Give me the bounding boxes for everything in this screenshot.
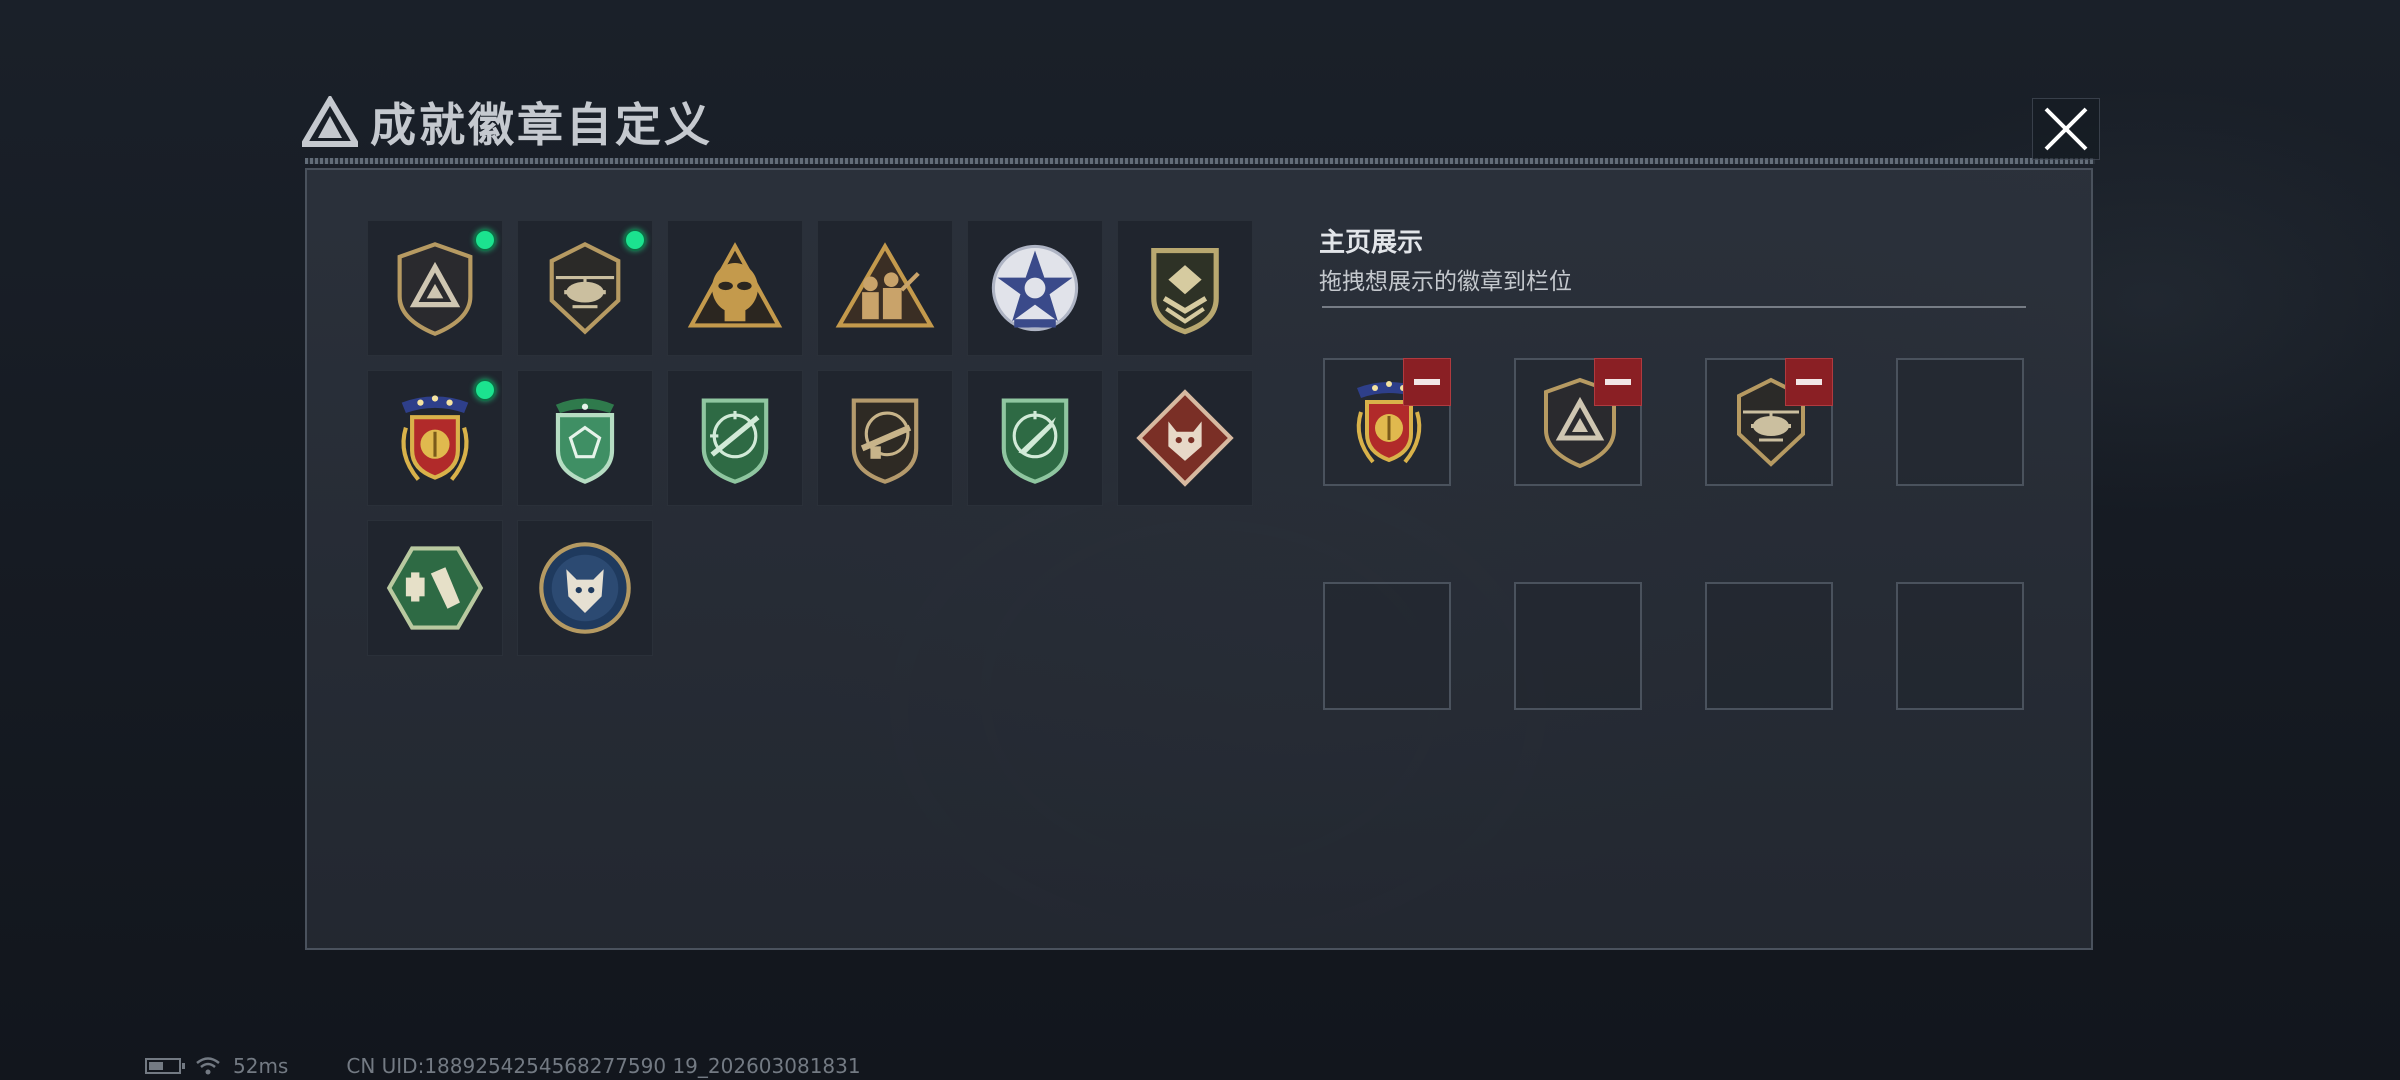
remove-badge-button[interactable] — [1594, 358, 1642, 406]
badge-tile-6[interactable] — [1117, 220, 1253, 356]
showcase-slot-7[interactable] — [1705, 582, 1833, 710]
status-bar: 52ms CN UID:1889254254568277590 19_20260… — [145, 1054, 861, 1078]
triangle-logo-icon — [302, 96, 358, 147]
wolf-circle-badge-icon — [539, 542, 631, 634]
equipped-indicator — [474, 379, 496, 401]
bronze-rifle-badge-icon — [851, 398, 919, 484]
showcase-slot-8[interactable] — [1896, 582, 2024, 710]
badge-tile-2[interactable] — [517, 220, 653, 356]
user-uid: CN UID:1889254254568277590 19_2026030818… — [346, 1054, 861, 1078]
header-divider — [305, 158, 2095, 164]
equipped-indicator — [624, 229, 646, 251]
badge-tile-7[interactable] — [367, 370, 503, 506]
badge-tile-5[interactable] — [967, 220, 1103, 356]
medic-hexagon-badge-icon — [386, 546, 484, 630]
green-rifle-crosshair-badge-icon — [701, 398, 769, 484]
dialog-header: 成就徽章自定义 — [302, 92, 713, 152]
badge-tile-4[interactable] — [817, 220, 953, 356]
badge-panel: 主页展示 拖拽想展示的徽章到栏位 — [305, 168, 2093, 950]
star-medallion-badge-icon — [991, 244, 1079, 332]
showcase-slot-6[interactable] — [1514, 582, 1642, 710]
showcase-slot-3[interactable] — [1705, 358, 1833, 486]
badge-tile-8[interactable] — [517, 370, 653, 506]
badge-tile-11[interactable] — [967, 370, 1103, 506]
laurel-stars-badge-icon — [401, 395, 469, 481]
showcase-slot-2[interactable] — [1514, 358, 1642, 486]
alien-triangle-badge-icon — [687, 242, 783, 328]
ping-value: 52ms — [233, 1054, 289, 1078]
chevron-shield-badge-icon — [1151, 247, 1219, 335]
minus-icon — [1605, 379, 1631, 385]
badge-collection-grid — [367, 220, 1253, 656]
wolf-diamond-badge-icon — [1136, 389, 1234, 487]
badge-tile-1[interactable] — [367, 220, 503, 356]
battery-icon — [145, 1058, 185, 1074]
showcase-divider — [1322, 306, 2026, 308]
remove-badge-button[interactable] — [1785, 358, 1833, 406]
close-icon — [2044, 107, 2088, 151]
showcase-hint: 拖拽想展示的徽章到栏位 — [1319, 269, 1572, 295]
showcase-slot-5[interactable] — [1323, 582, 1451, 710]
close-button[interactable] — [2032, 98, 2100, 160]
showcase-title: 主页展示 — [1319, 228, 1424, 258]
badge-tile-14[interactable] — [517, 520, 653, 656]
minus-icon — [1796, 379, 1822, 385]
game-screen: 成就徽章自定义 主页展示 拖拽想展示的徽章到栏位 52ms CN UID:188… — [0, 0, 2400, 1080]
helicopter-shield-badge-icon — [549, 241, 621, 335]
green-gem-shield-badge-icon — [555, 398, 615, 484]
badge-tile-13[interactable] — [367, 520, 503, 656]
badge-tile-10[interactable] — [817, 370, 953, 506]
badge-tile-3[interactable] — [667, 220, 803, 356]
remove-badge-button[interactable] — [1403, 358, 1451, 406]
dialog-title: 成就徽章自定义 — [370, 98, 713, 152]
badge-tile-9[interactable] — [667, 370, 803, 506]
green-knife-crosshair-badge-icon — [1001, 398, 1069, 484]
showcase-slot-1[interactable] — [1323, 358, 1451, 486]
soldiers-triangle-badge-icon — [835, 242, 935, 328]
showcase-slot-4[interactable] — [1896, 358, 2024, 486]
minus-icon — [1414, 379, 1440, 385]
triangle-logo-shield-badge-icon — [397, 242, 473, 337]
equipped-indicator — [474, 229, 496, 251]
badge-tile-12[interactable] — [1117, 370, 1253, 506]
wifi-icon — [196, 1057, 220, 1075]
